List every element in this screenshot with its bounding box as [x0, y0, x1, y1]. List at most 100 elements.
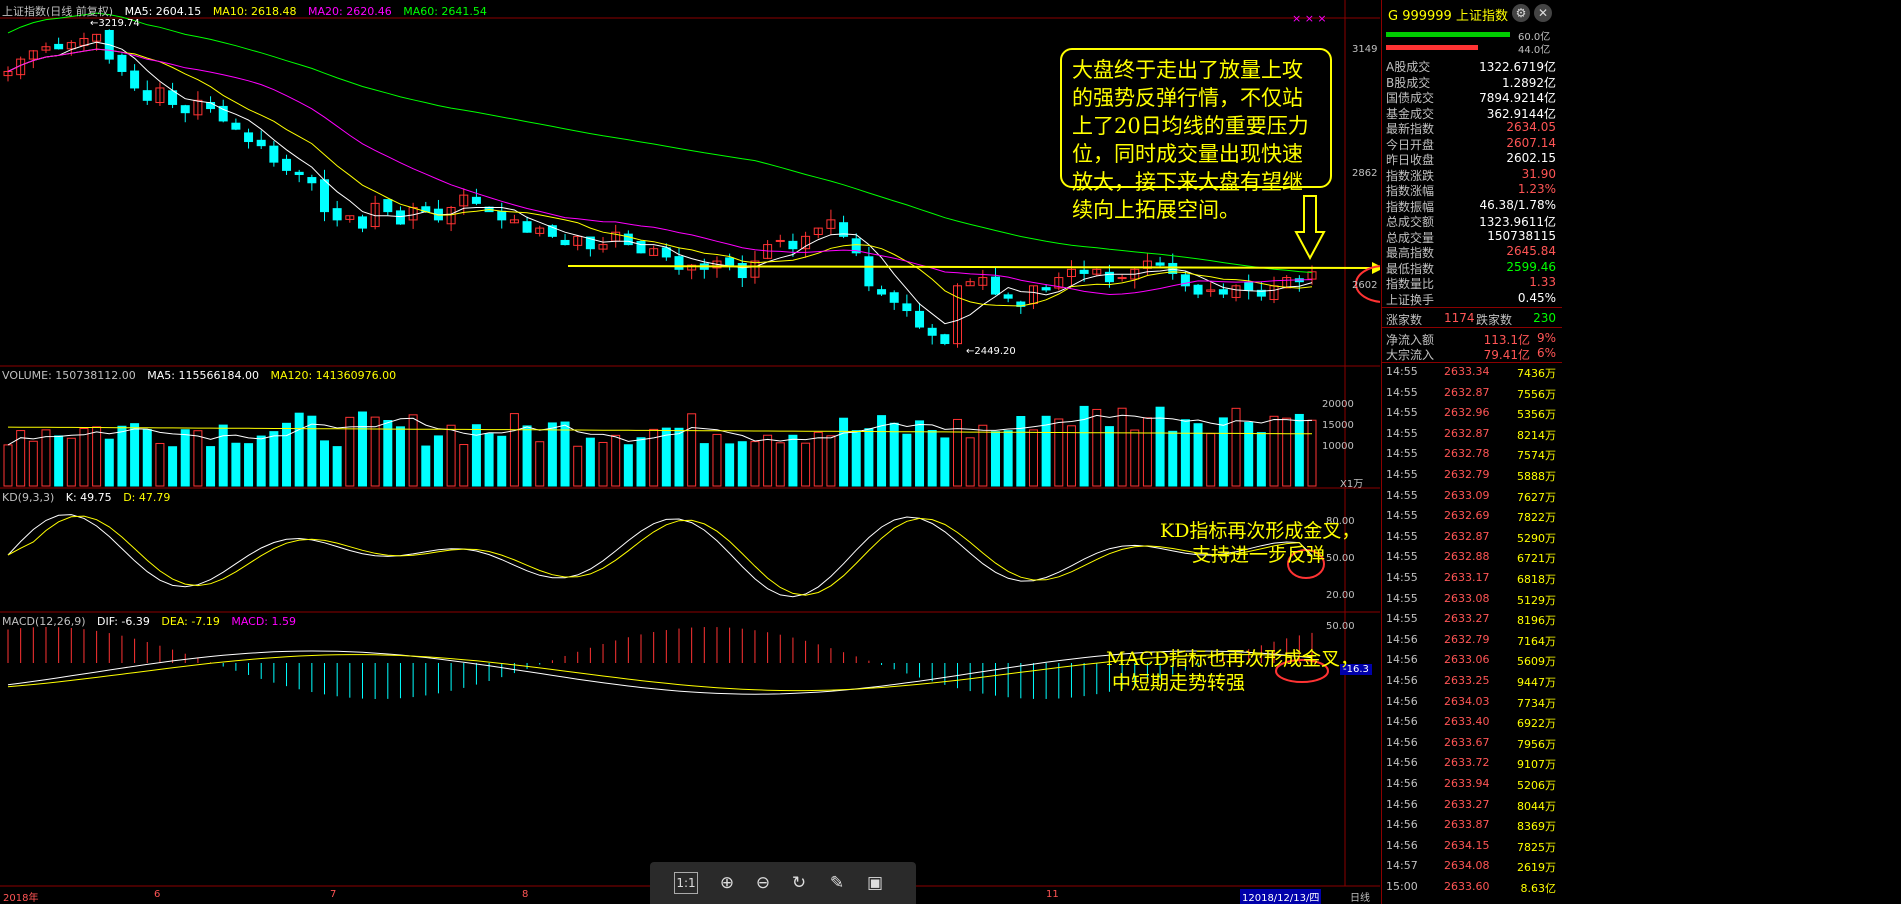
volume-bar	[940, 437, 950, 487]
volume-bar	[623, 444, 633, 487]
volume-bar	[1054, 418, 1064, 487]
quote-row-value: 1322.6719亿	[1479, 60, 1556, 74]
tick-price: 2633.17	[1444, 571, 1490, 584]
ma20-value: MA20: 2620.46	[308, 5, 392, 18]
volume-bar	[269, 431, 279, 487]
tick-volume: 5206万	[1517, 779, 1556, 792]
tick-volume: 8044万	[1517, 799, 1556, 813]
tick-price: 2634.15	[1444, 838, 1490, 852]
tick-volume: 6721万	[1517, 552, 1556, 566]
x-label-period[interactable]: 日线	[1350, 889, 1370, 904]
macd-macd: MACD: 1.59	[231, 615, 296, 628]
tick-price: 2633.94	[1444, 777, 1490, 790]
volume-bar	[357, 411, 367, 487]
tick-row: 14:57 2634.08 2619万	[1386, 859, 1556, 874]
flow-percent: 6%	[1536, 346, 1556, 360]
close-icon[interactable]: ✕	[1534, 4, 1552, 22]
tick-price: 2633.87	[1444, 818, 1490, 832]
tick-row: 14:55 2633.17 6818万	[1386, 571, 1556, 586]
tick-row: 14:55 2633.08 5129万	[1386, 592, 1556, 607]
volume-bar	[1016, 416, 1026, 487]
candle-body	[788, 240, 798, 250]
tick-row: 14:56 2633.94 5206万	[1386, 777, 1556, 792]
volume-bar	[1104, 426, 1114, 487]
chart-area[interactable]: 上证指数(日线 前复权) MA5: 2604.15 MA10: 2618.48 …	[0, 0, 1380, 904]
quote-row-label: 最新指数	[1386, 122, 1435, 136]
quote-row: 指数量比 1.33	[1386, 275, 1556, 291]
candle-body	[522, 221, 532, 233]
candle-body	[877, 289, 887, 295]
x-label-11: 11	[1046, 889, 1059, 900]
volume-bar	[535, 441, 545, 487]
tick-row: 14:56 2633.27 8044万	[1386, 798, 1556, 813]
macd-tick-50: 50.00	[1326, 621, 1355, 632]
quote-row: 国债成交 7894.9214亿	[1386, 89, 1556, 105]
draw-icon[interactable]: ✎	[822, 868, 852, 898]
volume-bar	[636, 437, 646, 487]
vol-tick-2: 15000	[1322, 420, 1354, 431]
quote-row-value: 2645.84	[1506, 244, 1556, 258]
tick-time: 14:55	[1386, 612, 1418, 626]
candle-body	[471, 196, 481, 204]
tick-time: 14:57	[1386, 859, 1418, 873]
tick-row: 14:56 2633.72 9107万	[1386, 756, 1556, 771]
tick-row: 14:55 2632.79 5888万	[1386, 468, 1556, 483]
volume-bar	[1206, 433, 1216, 487]
tick-time: 14:56	[1386, 838, 1418, 852]
volume-bar	[206, 446, 216, 487]
volume-bar	[585, 437, 595, 487]
candle-body	[889, 292, 899, 303]
main-header: 上证指数(日线 前复权) MA5: 2604.15 MA10: 2618.48 …	[2, 3, 495, 19]
kd-note-1: KD指标再次形成金叉，	[1160, 520, 1361, 542]
tick-row: 14:56 2633.87 8369万	[1386, 818, 1556, 833]
quote-row-label: 最高指数	[1386, 246, 1435, 260]
tick-row: 14:56 2634.03 7734万	[1386, 695, 1556, 710]
tick-volume: 7556万	[1517, 387, 1556, 401]
x-label-7: 7	[330, 889, 337, 900]
save-icon[interactable]: ▣	[860, 868, 890, 898]
settings-icon[interactable]: ⚙	[1512, 4, 1530, 22]
quote-row-label: 指数涨幅	[1386, 184, 1435, 198]
zoom-in-icon[interactable]: ⊕	[712, 868, 742, 898]
quote-row-label: 昨日收盘	[1386, 153, 1435, 167]
volume-bar	[611, 434, 621, 487]
tick-row: 14:55 2632.69 7822万	[1386, 509, 1556, 524]
volume-bar	[433, 435, 443, 487]
tick-price: 2633.27	[1444, 797, 1490, 811]
candle-body	[320, 179, 330, 213]
volume-bar	[687, 413, 697, 487]
volume-bar	[345, 416, 355, 487]
tick-time: 14:55	[1386, 529, 1418, 543]
tick-volume: 7574万	[1517, 449, 1556, 463]
volume-bar	[193, 430, 203, 487]
tick-price: 2633.67	[1444, 735, 1490, 749]
volume-bar	[320, 440, 330, 487]
ma5-value: MA5: 2604.15	[124, 5, 202, 18]
volume-bar	[915, 420, 925, 487]
volume-bar	[902, 433, 912, 487]
quote-row: 最低指数 2599.46	[1386, 260, 1556, 276]
volume-bar	[307, 415, 317, 487]
volume-bar	[560, 421, 570, 487]
tick-volume: 9447万	[1517, 676, 1556, 689]
quote-row-label: 上证换手	[1386, 292, 1435, 307]
volume-bar	[218, 424, 228, 487]
kd-k: K: 49.75	[65, 491, 112, 504]
volume-bar	[547, 422, 557, 487]
tick-volume: 8196万	[1517, 614, 1556, 628]
low-label: ←2449.20	[966, 346, 1016, 357]
tick-row: 14:55 2632.87 8214万	[1386, 427, 1556, 442]
quote-row: 基金成交 362.9144亿	[1386, 105, 1556, 121]
candle-body	[1193, 284, 1203, 295]
zoom-out-icon[interactable]: ⊖	[748, 868, 778, 898]
tick-row: 14:56 2633.25 9447万	[1386, 674, 1556, 689]
volume-bar	[775, 442, 785, 487]
tick-row: 14:56 2632.79 7164万	[1386, 633, 1556, 648]
candle-body	[497, 210, 507, 221]
zoom-reset-button[interactable]: 1:1	[674, 872, 698, 894]
refresh-icon[interactable]: ↻	[784, 868, 814, 898]
tick-time: 14:55	[1386, 509, 1418, 523]
tick-time: 14:55	[1386, 488, 1418, 502]
quote-row-label: A股成交	[1386, 60, 1431, 74]
volume-bar	[1168, 430, 1178, 487]
